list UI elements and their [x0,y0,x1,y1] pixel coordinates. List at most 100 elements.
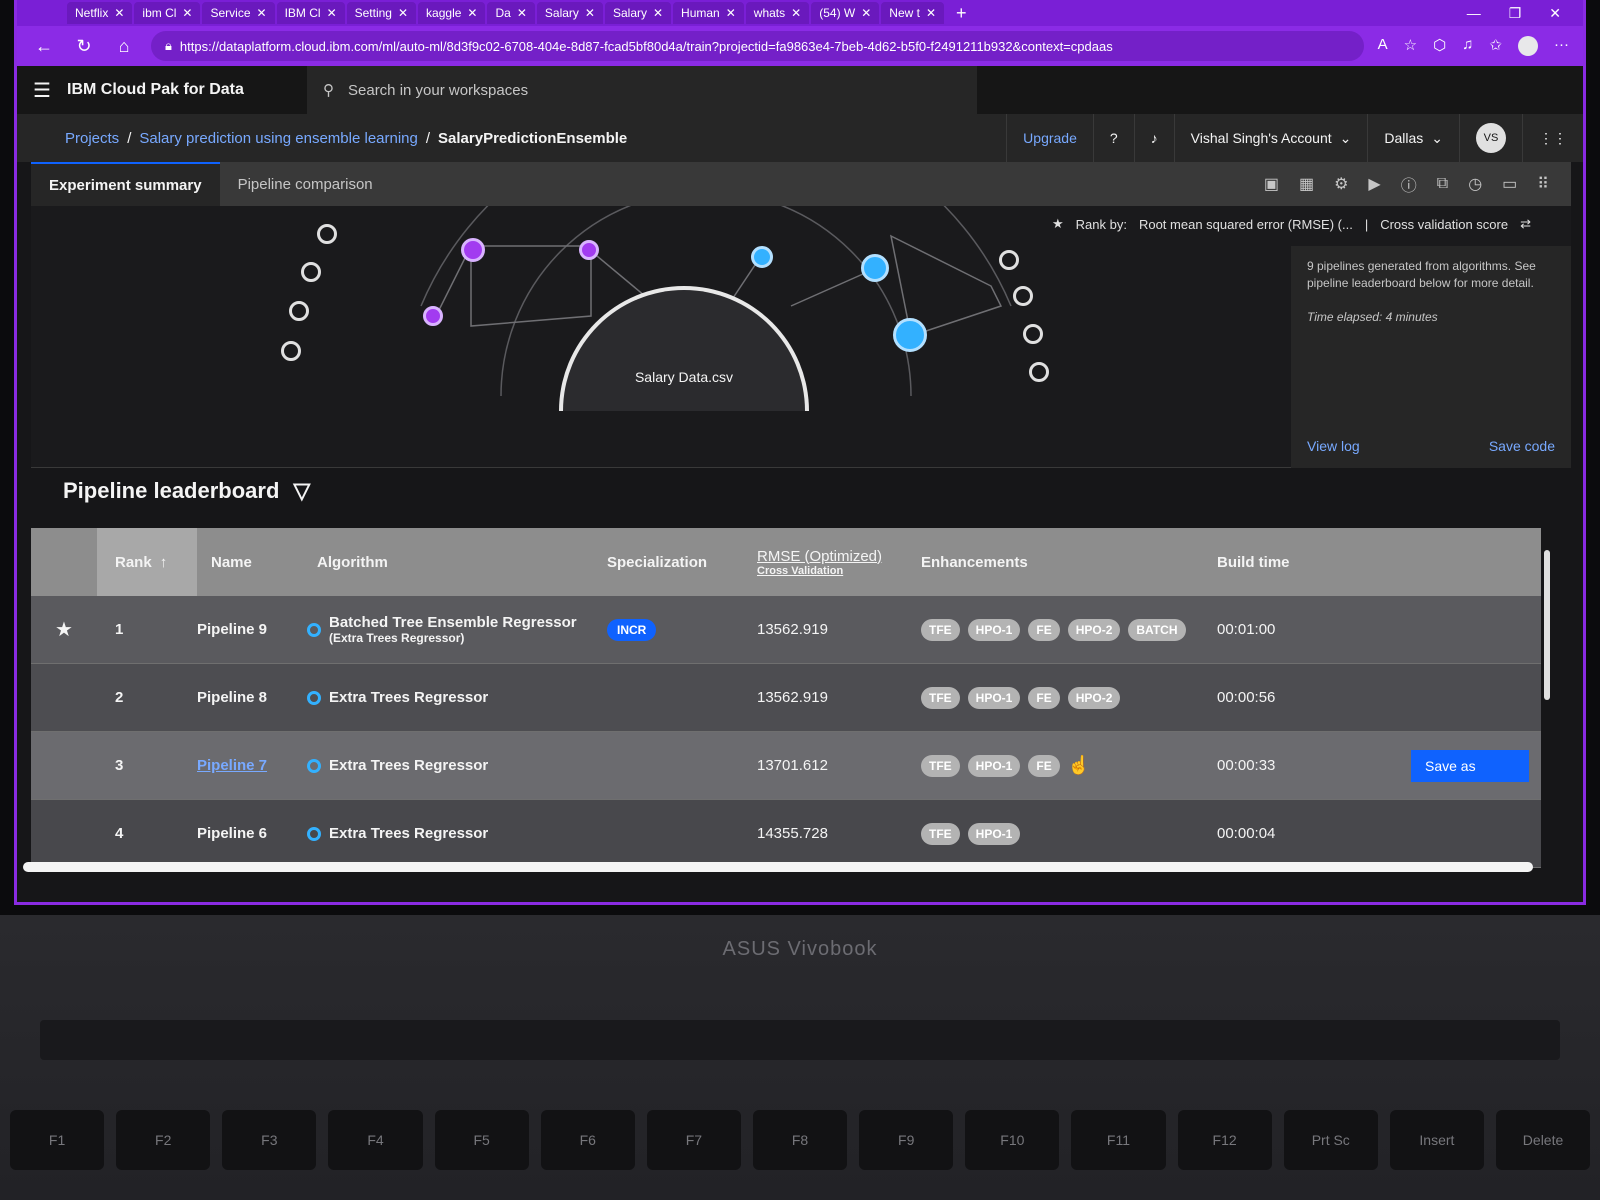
close-icon[interactable]: ✕ [398,6,408,20]
table-row[interactable]: 2 Pipeline 8 Extra Trees Regressor 13562… [31,664,1541,732]
rmse-header[interactable]: RMSE (Optimized) Cross Validation [757,548,921,577]
browser-tab[interactable]: New t ✕ [881,2,945,24]
info-icon[interactable]: ⓘ [1401,172,1417,196]
collections-icon[interactable]: ♫ [1462,36,1473,56]
url-field[interactable]: 🔒︎ https://dataplatform.cloud.ibm.com/ml… [151,31,1364,61]
name-header[interactable]: Name [197,554,307,571]
more-icon[interactable]: ··· [1554,36,1569,56]
filter-icon[interactable]: ▽ [293,478,310,504]
browser-tab[interactable]: (54) W ✕ [811,2,880,24]
close-icon[interactable]: ✕ [257,6,267,20]
algorithm-header[interactable]: Algorithm [307,554,607,571]
product-name[interactable]: IBM Cloud Pak for Data [67,81,307,99]
browser-tab[interactable]: Da ✕ [487,2,535,24]
upgrade-link[interactable]: Upgrade [1006,114,1093,162]
table-row[interactable]: 3 Pipeline 7 Extra Trees Regressor 13701… [31,732,1541,800]
close-window-icon[interactable]: ✕ [1549,5,1561,22]
profile-icon[interactable] [1518,36,1538,56]
pipeline-name[interactable]: Pipeline 8 [197,689,307,706]
algorithm-node[interactable] [579,240,599,260]
calendar-icon[interactable]: ▦ [1299,174,1314,194]
close-icon[interactable]: ✕ [726,6,736,20]
back-icon[interactable]: ← [31,36,57,57]
pipeline-node[interactable] [1023,324,1043,344]
flow-icon[interactable]: ⧉ [1437,175,1448,193]
score-type[interactable]: Cross validation score [1380,217,1508,232]
pipeline-node[interactable] [999,250,1019,270]
favorite-star-icon[interactable]: ☆ [1404,36,1417,56]
save-as-button[interactable]: Save as [1411,749,1529,782]
close-icon[interactable]: ✕ [791,6,801,20]
algorithm-node[interactable] [861,254,889,282]
vertical-scrollbar[interactable] [1544,550,1550,700]
rank-by-metric[interactable]: Root mean squared error (RMSE) (... [1139,217,1353,232]
save-icon[interactable]: ▣ [1264,174,1279,194]
settings-gear-icon[interactable]: ⚙ [1334,174,1348,194]
close-icon[interactable]: ✕ [467,6,477,20]
pipeline-node[interactable] [317,224,337,244]
notification-bell-icon[interactable]: ♪ [1133,114,1174,162]
horizontal-scrollbar[interactable] [23,862,1533,872]
breadcrumb-project[interactable]: Salary prediction using ensemble learnin… [139,130,418,147]
table-row[interactable]: ★ 1 Pipeline 9 Batched Tree Ensemble Reg… [31,596,1541,664]
new-tab-icon[interactable]: + [946,3,977,24]
account-switcher[interactable]: Vishal Singh's Account ⌄ [1173,114,1368,162]
breadcrumb-projects[interactable]: Projects [65,130,119,147]
run-play-icon[interactable]: ▶ [1368,174,1380,194]
hamburger-menu-icon[interactable]: ☰ [17,78,67,103]
pipeline-node[interactable] [289,301,309,321]
browser-tab[interactable]: Human ✕ [673,2,744,24]
app-switcher-icon[interactable]: ⋮⋮ [1522,114,1583,162]
table-row[interactable]: 4 Pipeline 6 Extra Trees Regressor 14355… [31,800,1541,868]
favorites-icon[interactable]: ✩ [1489,36,1502,56]
tab-experiment-summary[interactable]: Experiment summary [31,162,220,206]
pipeline-name[interactable]: Pipeline 6 [197,825,307,842]
pipeline-node[interactable] [301,262,321,282]
save-code-link[interactable]: Save code [1489,438,1555,454]
browser-tab[interactable]: ibm Cl ✕ [134,2,201,24]
enhancements-header[interactable]: Enhancements [921,554,1217,571]
pipeline-node[interactable] [1029,362,1049,382]
rank-header[interactable]: Rank ↑ [97,528,197,596]
minimize-icon[interactable]: — [1467,5,1481,22]
top-pipeline-node[interactable] [893,318,927,352]
home-icon[interactable]: ⌂ [111,36,137,57]
close-icon[interactable]: ✕ [861,6,871,20]
pipeline-name[interactable]: Pipeline 9 [197,621,307,638]
tab-pipeline-comparison[interactable]: Pipeline comparison [220,162,391,206]
apps-icon[interactable]: ⠿ [1537,174,1549,194]
close-icon[interactable]: ✕ [926,6,936,20]
pipeline-node[interactable] [281,341,301,361]
help-icon[interactable]: ? [1092,114,1134,162]
browser-tab[interactable]: whats ✕ [745,2,810,24]
region-switcher[interactable]: Dallas ⌄ [1367,114,1459,162]
pipeline-node[interactable] [1013,286,1033,306]
avatar[interactable]: VS [1459,114,1522,162]
maximize-icon[interactable]: ❐ [1509,5,1522,22]
extensions-icon[interactable]: ⬡ [1433,36,1446,56]
browser-tab[interactable]: IBM Cl ✕ [276,2,345,24]
algorithm-node[interactable] [423,306,443,326]
browser-tab[interactable]: Salary ✕ [536,2,603,24]
pipeline-name-link[interactable]: Pipeline 7 [197,757,307,774]
browser-tab[interactable]: Salary ✕ [604,2,672,24]
read-aloud-icon[interactable]: A [1378,36,1388,56]
reload-icon[interactable]: ↻ [71,36,97,57]
close-icon[interactable]: ✕ [182,6,192,20]
specialization-header[interactable]: Specialization [607,554,757,571]
algorithm-node[interactable] [461,238,485,262]
close-icon[interactable]: ✕ [327,6,337,20]
search-input[interactable]: Search in your workspaces [348,82,528,99]
history-icon[interactable]: ◷ [1468,174,1482,194]
browser-tab[interactable]: kaggle ✕ [418,2,486,24]
browser-tab[interactable]: Setting ✕ [346,2,417,24]
close-icon[interactable]: ✕ [585,6,595,20]
filter-settings-icon[interactable]: ⇄ [1520,216,1531,232]
close-icon[interactable]: ✕ [517,6,527,20]
close-icon[interactable]: ✕ [653,6,663,20]
build-time-header[interactable]: Build time [1217,554,1327,571]
browser-tab[interactable]: Service ✕ [202,2,275,24]
view-log-link[interactable]: View log [1307,438,1360,454]
browser-tab[interactable]: Netflix ✕ [67,2,133,24]
algorithm-node[interactable] [751,246,773,268]
